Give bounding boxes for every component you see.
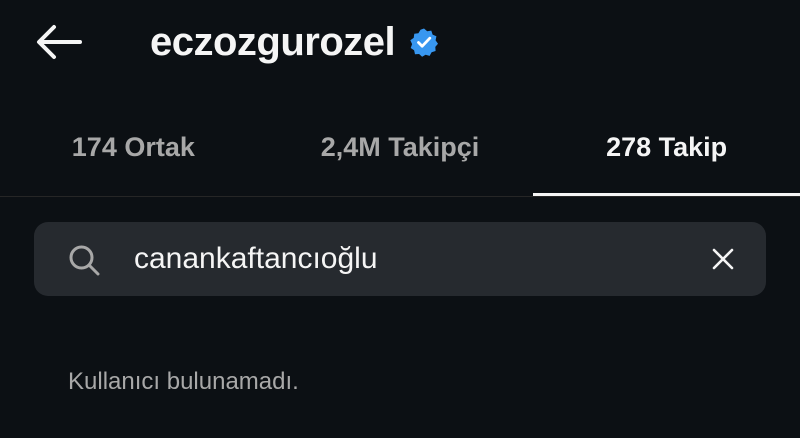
- tab-label: 2,4M Takipçi: [320, 131, 480, 162]
- tab-label: 278 Takip: [606, 131, 728, 162]
- profile-title: eczozgurozel: [150, 14, 439, 70]
- clear-search-button[interactable]: [708, 244, 738, 274]
- no-results-message: Kullanıcı bulunamadı.: [68, 368, 299, 395]
- arrow-left-icon: [37, 25, 82, 59]
- top-bar: eczozgurozel: [0, 0, 800, 84]
- tab-followers[interactable]: 2,4M Takipçi: [267, 110, 534, 196]
- tab-mutual[interactable]: 174 Ortak: [0, 110, 267, 196]
- verified-badge-icon: [409, 27, 439, 57]
- close-icon: [712, 248, 734, 270]
- username: eczozgurozel: [150, 19, 396, 64]
- search-icon: [69, 245, 100, 276]
- search-input[interactable]: [134, 236, 674, 282]
- search-bar: [34, 222, 766, 296]
- back-button[interactable]: [30, 20, 86, 64]
- tab-label: 174 Ortak: [71, 131, 195, 162]
- tab-following[interactable]: 278 Takip: [533, 110, 800, 196]
- follow-tabs: 174 Ortak 2,4M Takipçi 278 Takip: [0, 110, 800, 196]
- tabs-divider: [0, 196, 800, 197]
